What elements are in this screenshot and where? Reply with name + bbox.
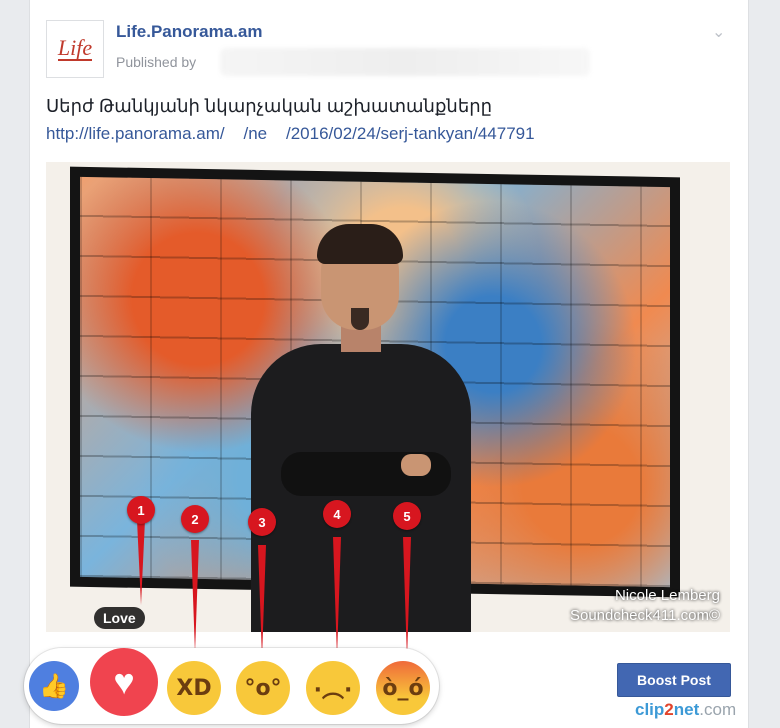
pin-tail-1 [137, 520, 145, 605]
surprised-face-icon[interactable]: °o° [236, 661, 290, 715]
post-photo[interactable]: Nicole Lemberg Soundcheck411.com© [46, 162, 730, 632]
angry-face-icon[interactable]: ò_ó [376, 661, 430, 715]
reactions-bar: 👍 ♥ XD °o° ·︵· ò_ó [24, 648, 439, 724]
boost-post-button[interactable]: Boost Post [617, 663, 731, 697]
photo-watermark: Nicole Lemberg Soundcheck411.com© [570, 586, 720, 626]
annotation-pin-1: 1 [127, 496, 155, 524]
annotation-pin-2: 2 [181, 505, 209, 533]
page-avatar[interactable]: Life [46, 20, 104, 78]
post-link[interactable]: http://life.panorama.am/ /ne /2016/02/24… [46, 124, 535, 144]
post-text: Սերժ Թանկյանի նկարչական աշխատանքները [46, 96, 493, 116]
chevron-down-icon[interactable]: ⌄ [712, 22, 725, 42]
person-figure [251, 222, 471, 632]
laughing-face-icon[interactable]: XD [167, 661, 221, 715]
blurred-publisher [220, 48, 590, 76]
watermark-line2: Soundcheck411.com© [569, 607, 720, 624]
pin-tail-5 [403, 537, 411, 659]
reaction-tooltip: Love [94, 607, 145, 629]
annotation-pin-5: 5 [393, 502, 421, 530]
published-by-label: Published by [116, 54, 197, 70]
thumbs-up-icon[interactable]: 👍 [29, 661, 79, 711]
annotation-pin-3: 3 [248, 508, 276, 536]
pin-tail-4 [333, 537, 341, 657]
annotation-pin-4: 4 [323, 500, 351, 528]
page-logo: Life [57, 35, 93, 61]
pin-tail-3 [258, 545, 266, 658]
page-name-link[interactable]: Life.Panorama.am [116, 22, 262, 42]
heart-icon[interactable]: ♥ [90, 648, 158, 716]
sad-face-icon[interactable]: ·︵· [306, 661, 360, 715]
clip2net-logo: clip2net.com [635, 700, 737, 719]
watermark-line1: Nicole Lemberg [614, 587, 720, 604]
pin-tail-2 [191, 540, 199, 653]
